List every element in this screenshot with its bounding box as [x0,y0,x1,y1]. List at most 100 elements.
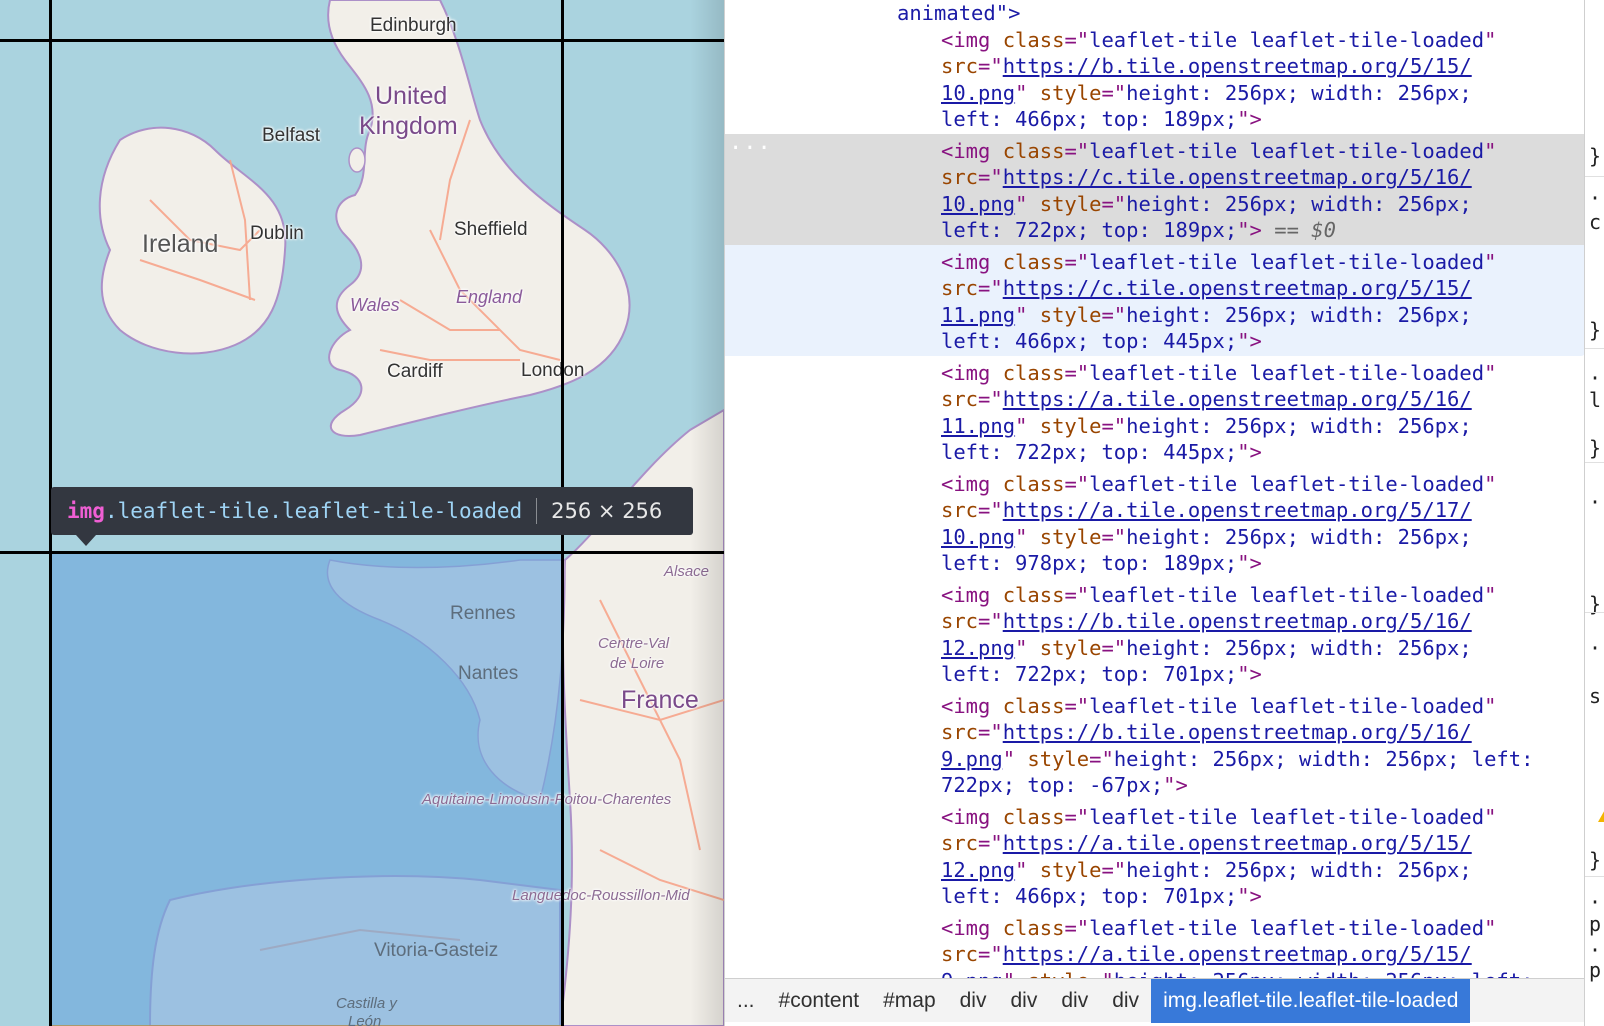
attr-value-style: height: 256px; width: 256px; [1126,524,1472,549]
map-label-kingdom: Kingdom [359,112,458,140]
tooltip-classes: .leaflet-tile.leaflet-tile-loaded [104,499,523,523]
breadcrumb-item[interactable]: img.leaflet-tile.leaflet-tile-loaded [1151,978,1471,1023]
tag-name: img [953,471,991,496]
attr-quote: " [1015,857,1040,882]
dom-node-img-tile[interactable]: <img class="leaflet-tile leaflet-tile-lo… [725,467,1584,578]
attr-name-class: class [1002,471,1065,496]
dom-node-img-tile[interactable]: <img class="leaflet-tile leaflet-tile-lo… [725,356,1584,467]
attr-value-style: left: 978px; top: 189px; [941,551,1238,575]
src-link[interactable]: https://a.tile.openstreetmap.org/5/16/ [1003,387,1472,411]
dom-line-animated[interactable]: animated"> [725,0,1584,27]
tag-name: img [953,249,991,274]
src-link[interactable]: https://a.tile.openstreetmap.org/5/17/ [1003,498,1472,522]
src-link[interactable]: https://b.tile.openstreetmap.org/5/16/ [1003,720,1472,744]
breadcrumb-item[interactable]: div [998,979,1049,1023]
attr-name-class: class [1002,582,1065,607]
attr-value-style: height: 256px; width: 256px; left: [1114,969,1534,979]
attr-eq: =" [1101,857,1127,882]
attr-eq: =" [1101,80,1127,105]
attr-eq: =" [1064,693,1090,718]
attr-value-style: height: 256px; width: 256px; [1126,191,1472,216]
map-label-cardiff: Cardiff [387,361,443,382]
attr-quote: " [1484,915,1497,940]
src-link[interactable]: https://c.tile.openstreetmap.org/5/16/ [1003,165,1472,189]
src-link[interactable]: 10.png [941,81,1015,105]
breadcrumb-overflow-button[interactable]: ... [725,979,767,1023]
styles-rule-fragment: · [1589,366,1602,390]
breadcrumb-item[interactable]: div [1049,979,1100,1023]
map-label-edinburgh: Edinburgh [370,15,457,36]
attr-eq: =" [978,720,1003,744]
styles-rule-fragment: · [1589,186,1602,210]
map-label-belfast: Belfast [262,125,321,146]
src-link[interactable]: https://b.tile.openstreetmap.org/5/15/ [1003,54,1472,78]
attr-eq: =" [1064,582,1090,607]
tag-name: img [953,804,991,829]
src-link[interactable]: 12.png [941,858,1015,882]
src-link[interactable]: 12.png [941,636,1015,660]
src-link[interactable]: https://c.tile.openstreetmap.org/5/15/ [1003,276,1472,300]
src-link[interactable]: 11.png [941,414,1015,438]
src-link[interactable]: 9.png [941,747,1003,771]
tag-open-bracket: < [941,27,954,52]
attr-eq: =" [1089,969,1114,979]
map-label-london: London [521,360,585,381]
dom-node-img-tile[interactable]: <img class="leaflet-tile leaflet-tile-lo… [725,911,1584,979]
dom-node-img-tile[interactable]: <img class="leaflet-tile leaflet-tile-lo… [725,800,1584,911]
tile-grid-line [0,39,724,42]
tag-close: "> [1237,440,1262,464]
dom-node-img-tile[interactable]: <img class="leaflet-tile leaflet-tile-lo… [725,578,1584,689]
styles-rule-fragment: } [1589,318,1602,342]
breadcrumb-item[interactable]: #map [871,979,948,1023]
attr-value-style: left: 722px; top: 445px; [941,440,1238,464]
attr-value-style: left: 466px; top: 189px; [941,107,1238,131]
dom-node-img-tile[interactable]: <img class="leaflet-tile leaflet-tile-lo… [725,244,1584,356]
devtools-elements-panel[interactable]: animated"> <img class="leaflet-tile leaf… [724,0,1584,1026]
map-label-nantes: Nantes [458,663,519,684]
tag-close: "> [1237,329,1262,353]
map-viewport[interactable]: Edinburgh United Kingdom Belfast Ireland… [0,0,724,1026]
map-label-leon: León [348,1013,382,1026]
attr-quote: " [1015,524,1040,549]
attr-eq: =" [1064,27,1090,52]
attr-eq: =" [978,54,1003,78]
tag-name: img [953,360,991,385]
dom-node-img-tile[interactable]: <img class="leaflet-tile leaflet-tile-lo… [725,689,1584,800]
attr-value-class: leaflet-tile leaflet-tile-loaded [1089,804,1485,829]
src-link[interactable]: https://a.tile.openstreetmap.org/5/15/ [1003,831,1472,855]
src-link[interactable]: 11.png [941,303,1015,327]
tag-close: "> [1237,107,1262,131]
styles-pane-edge[interactable]: } · c} · l} ·} · s} · p · p [1584,0,1604,1026]
attr-eq: =" [978,831,1003,855]
attr-eq: =" [978,942,1003,966]
attr-value-class: leaflet-tile leaflet-tile-loaded [1089,27,1485,52]
dom-node-img-tile[interactable]: <img class="leaflet-tile leaflet-tile-lo… [725,133,1584,245]
src-link[interactable]: 9.png [941,969,1003,979]
src-link[interactable]: 10.png [941,192,1015,216]
map-label-de-loire: de Loire [610,655,665,672]
styles-rule-fragment: } [1589,436,1602,460]
node-actions-ellipsis-icon[interactable]: ··· [729,136,772,163]
attr-value-class: leaflet-tile leaflet-tile-loaded [1089,582,1485,607]
dom-tree[interactable]: animated"> <img class="leaflet-tile leaf… [725,0,1584,978]
breadcrumb-item[interactable]: #content [767,979,872,1023]
dom-node-img-tile[interactable]: <img class="leaflet-tile leaflet-tile-lo… [725,27,1584,134]
map-label-aquitaine: Aquitaine-Limousin-Poitou-Charentes [422,791,672,808]
breadcrumb-item[interactable]: div [948,979,999,1023]
map-label-languedoc: Languedoc-Roussillon-Mid [512,887,690,904]
attr-eq: =" [1064,138,1090,163]
selected-node-marker: == $0 [1274,218,1336,242]
attr-name-class: class [1002,693,1065,718]
src-link[interactable]: https://b.tile.openstreetmap.org/5/16/ [1003,609,1472,633]
breadcrumb-item[interactable]: div [1100,979,1151,1023]
src-link[interactable]: 10.png [941,525,1015,549]
tag-open-bracket: < [941,471,954,496]
attr-value-style: height: 256px; width: 256px; [1126,80,1472,105]
attr-name-class: class [1002,804,1065,829]
attr-value-class: leaflet-tile leaflet-tile-loaded [1089,249,1485,274]
attr-quote: " [1015,191,1040,216]
styles-rule-fragment: · [1589,490,1602,514]
attr-name-class: class [1002,360,1065,385]
attr-eq: =" [1101,635,1127,660]
src-link[interactable]: https://a.tile.openstreetmap.org/5/15/ [1003,942,1472,966]
